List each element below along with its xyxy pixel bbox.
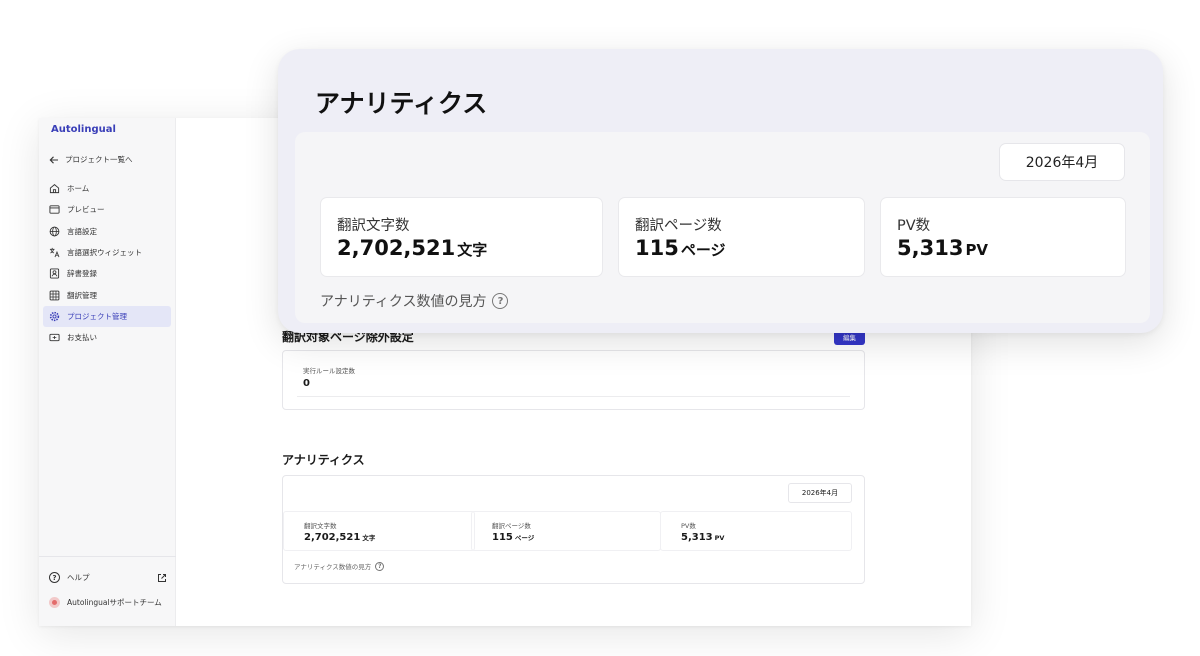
avatar (49, 597, 60, 608)
analytics-card: 2026年4月 翻訳文字数 2,702,521 文字 翻訳ページ数 115 ページ … (282, 475, 865, 584)
home-icon (49, 184, 60, 194)
stat-pages: 翻訳ページ数 115 ページ (471, 511, 661, 551)
sidebar-item-label: 翻訳管理 (67, 290, 97, 300)
stat-value: 2,702,521 文字 (337, 236, 488, 260)
stat-label: 翻訳文字数 (304, 522, 337, 530)
stat-label: 翻訳ページ数 (635, 218, 722, 234)
sidebar-item-label: プロジェクト管理 (67, 311, 127, 321)
sidebar-nav: ホーム プレビュー 言語設定 言語選択ウィジェット 辞書登録 翻訳管理 プロジェ… (43, 178, 171, 348)
back-to-projects-link[interactable]: プロジェクト一覧へ (49, 154, 133, 165)
sidebar-item-dictionary[interactable]: 辞書登録 (43, 263, 171, 284)
help-link-label: アナリティクス数値の見方 (320, 294, 487, 310)
stat-value: 115 ページ (635, 236, 726, 260)
sidebar-divider (39, 556, 176, 557)
sidebar-item-label: ホーム (67, 184, 90, 194)
analytics-zoom-panel: アナリティクス 2026年4月 翻訳文字数 2,702,521 文字 翻訳ページ数… (278, 49, 1163, 333)
analytics-help-link[interactable]: アナリティクス数値の見方 ? (294, 561, 385, 571)
stat-value: 115 ページ (492, 532, 535, 543)
payment-icon (49, 334, 60, 342)
sidebar-item-project-management[interactable]: プロジェクト管理 (43, 305, 171, 328)
stat-pv: PV数 5,313 PV (880, 197, 1126, 277)
question-circle-icon: ? (375, 561, 385, 571)
question-circle-icon: ? (492, 293, 509, 309)
help-label: ヘルプ (67, 573, 90, 582)
globe-icon (49, 226, 60, 237)
analytics-card: 2026年4月 翻訳文字数 2,702,521 文字 翻訳ページ数 115 ページ … (295, 132, 1150, 323)
translate-icon (49, 247, 60, 258)
arrow-left-icon (49, 155, 58, 164)
user-name: Autolingualサポートチーム (67, 598, 162, 607)
stat-label: PV数 (681, 522, 696, 530)
help-link[interactable]: ? ヘルプ (49, 572, 167, 583)
sidebar-item-language-widget[interactable]: 言語選択ウィジェット (43, 242, 171, 263)
stat-characters: 翻訳文字数 2,702,521 文字 (320, 197, 603, 277)
analytics-title: アナリティクス (315, 89, 488, 118)
sidebar-item-label: 言語選択ウィジェット (67, 248, 142, 258)
rule-count-label: 実行ルール設定数 (303, 367, 355, 375)
analytics-section-title: アナリティクス (282, 453, 365, 467)
stat-label: 翻訳ページ数 (492, 522, 531, 530)
gear-icon (49, 311, 60, 322)
browser-window-icon (49, 205, 60, 215)
sidebar-item-payment[interactable]: お支払い (43, 327, 171, 348)
stat-pages: 翻訳ページ数 115 ページ (618, 197, 865, 277)
sidebar-item-preview[interactable]: プレビュー (43, 199, 171, 220)
sidebar-item-home[interactable]: ホーム (43, 178, 171, 199)
month-selector[interactable]: 2026年4月 (999, 143, 1125, 181)
brand-logo[interactable]: Autolingual (51, 124, 116, 135)
month-selector[interactable]: 2026年4月 (788, 483, 852, 503)
help-link-label: アナリティクス数値の見方 (294, 563, 372, 571)
rules-card: 実行ルール設定数 0 (282, 350, 865, 410)
divider (297, 396, 850, 397)
sidebar-item-label: 言語設定 (67, 226, 97, 236)
back-label: プロジェクト一覧へ (65, 155, 133, 164)
sidebar: Autolingual プロジェクト一覧へ ホーム プレビュー 言語設定 言語選… (39, 118, 176, 626)
sidebar-item-language-settings[interactable]: 言語設定 (43, 221, 171, 242)
sidebar-item-translation-management[interactable]: 翻訳管理 (43, 284, 171, 305)
stat-value: 2,702,521 文字 (304, 532, 376, 543)
stat-pv: PV数 5,313 PV (660, 511, 852, 551)
sidebar-item-label: プレビュー (67, 205, 105, 215)
stat-value: 5,313 PV (681, 532, 725, 543)
table-icon (49, 290, 60, 300)
stat-label: PV数 (897, 218, 931, 234)
external-link-icon (158, 573, 166, 582)
sidebar-item-label: お支払い (67, 333, 97, 343)
sidebar-item-label: 辞書登録 (67, 269, 97, 279)
dictionary-icon (49, 268, 60, 279)
question-circle-icon: ? (49, 572, 60, 583)
stat-characters: 翻訳文字数 2,702,521 文字 (283, 511, 475, 551)
rule-count-value: 0 (303, 378, 310, 389)
analytics-help-link[interactable]: アナリティクス数値の見方 ? (320, 291, 509, 311)
stat-value: 5,313 PV (897, 236, 989, 260)
stat-label: 翻訳文字数 (337, 218, 410, 234)
user-account[interactable]: Autolingualサポートチーム (49, 597, 162, 608)
